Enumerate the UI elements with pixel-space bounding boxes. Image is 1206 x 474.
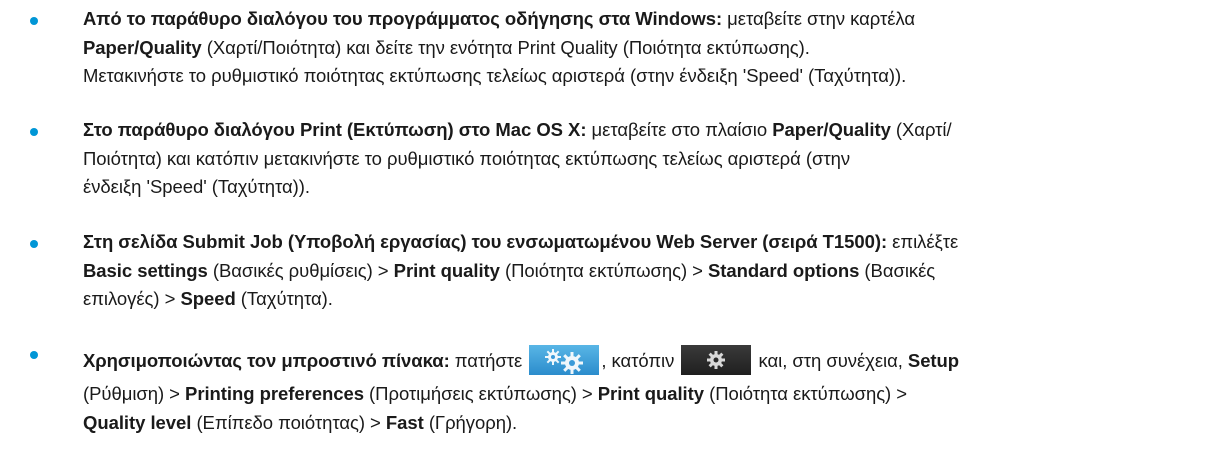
bold-term: Paper/Quality xyxy=(83,36,202,58)
bullet-icon xyxy=(30,240,38,248)
text-line: επιλογές) > Speed (Ταχύτητα). xyxy=(83,285,1198,314)
text-line: Στη σελίδα Submit Job (Υποβολή εργασίας)… xyxy=(83,228,1198,257)
text-run: Ποιότητα) και κατόπιν μετακινήστε το ρυθ… xyxy=(83,147,851,169)
bold-term: Speed xyxy=(180,288,236,309)
item-text: Χρησιμοποιώντας τον μπροστινό πίνακα: πα… xyxy=(83,343,1198,437)
text-line: Στο παράθυρο διαλόγου Print (Εκτύπωση) σ… xyxy=(83,116,1198,145)
text-line: Χρησιμοποιώντας τον μπροστινό πίνακα: πα… xyxy=(83,343,1198,379)
bold-term: Paper/Quality xyxy=(772,119,891,140)
bold-term: Print quality xyxy=(393,259,500,281)
text-run: επιλογές) > xyxy=(83,288,181,309)
text-line: Μετακινήστε το ρυθμιστικό ποιότητας εκτύ… xyxy=(83,62,1198,91)
bold-term: Fast xyxy=(385,412,424,433)
item-text: Στη σελίδα Submit Job (Υποβολή εργασίας)… xyxy=(83,228,1198,314)
bold-term: Setup xyxy=(907,350,960,371)
bullet-icon xyxy=(30,128,38,136)
text-line: Από το παράθυρο διαλόγου του προγράμματο… xyxy=(83,5,1198,34)
text-run: , κατόπιν xyxy=(601,350,680,371)
item-text: Στο παράθυρο διαλόγου Print (Εκτύπωση) σ… xyxy=(83,116,1198,202)
text-run: (Ταχύτητα). xyxy=(235,288,333,309)
text-run: (Ποιότητα εκτύπωσης) > xyxy=(499,259,709,281)
text-run: και, στη συνέχεια, xyxy=(753,350,908,371)
text-run: μεταβείτε στο πλαίσιο xyxy=(586,119,773,140)
bullet-icon xyxy=(30,17,38,25)
text-run: (Προτιμήσεις εκτύπωσης) > xyxy=(363,383,598,404)
text-run: (Χαρτί/ xyxy=(890,119,952,140)
gear-icon xyxy=(681,345,752,376)
bold-term: Print quality xyxy=(597,383,704,404)
bold-term: Printing preferences xyxy=(185,383,364,404)
text-run: (Επίπεδο ποιότητας) > xyxy=(191,412,386,433)
bold-term: Στη σελίδα Submit Job (Υποβολή εργασίας)… xyxy=(83,231,888,252)
text-line: Paper/Quality (Χαρτί/Ποιότητα) και δείτε… xyxy=(83,34,1198,63)
text-line: Quality level (Επίπεδο ποιότητας) > Fast… xyxy=(83,409,1198,437)
text-run: μεταβείτε στην καρτέλα xyxy=(722,8,916,29)
bold-term: Quality level xyxy=(83,412,192,433)
text-run: πατήστε xyxy=(449,350,528,371)
text-line: Basic settings (Βασικές ρυθμίσεις) > Pri… xyxy=(83,257,1198,286)
text-run: (Γρήγορη). xyxy=(423,412,518,433)
text-run: (Βασικές ρυθμίσεις) > xyxy=(207,259,394,281)
bold-term: Στο παράθυρο διαλόγου Print (Εκτύπωση) σ… xyxy=(83,119,587,140)
text-run: (Ποιότητα εκτύπωσης) > xyxy=(704,383,908,404)
text-line: (Ρύθμιση) > Printing preferences (Προτιμ… xyxy=(83,379,1198,409)
settings-gears-icon xyxy=(529,345,600,376)
text-run: (Ρύθμιση) > xyxy=(83,383,186,404)
text-run: επιλέξτε xyxy=(887,231,959,252)
text-run: (Βασικές xyxy=(859,259,936,281)
bold-term: Basic settings xyxy=(83,259,208,281)
bold-term: Από το παράθυρο διαλόγου του προγράμματο… xyxy=(83,8,723,29)
bold-term: Standard options xyxy=(708,259,860,281)
text-run: ένδειξη 'Speed' (Ταχύτητα)). xyxy=(83,176,310,197)
text-line: ένδειξη 'Speed' (Ταχύτητα)). xyxy=(83,173,1198,202)
bullet-icon xyxy=(30,351,38,359)
text-run: (Χαρτί/Ποιότητα) και δείτε την ενότητα P… xyxy=(201,36,810,58)
bold-lead: Χρησιμοποιώντας τον μπροστινό πίνακα: xyxy=(83,350,450,371)
text-line: Ποιότητα) και κατόπιν μετακινήστε το ρυθ… xyxy=(83,145,1198,174)
item-text: Από το παράθυρο διαλόγου του προγράμματο… xyxy=(83,5,1198,91)
text-run: Μετακινήστε το ρυθμιστικό ποιότητας εκτύ… xyxy=(83,65,907,86)
